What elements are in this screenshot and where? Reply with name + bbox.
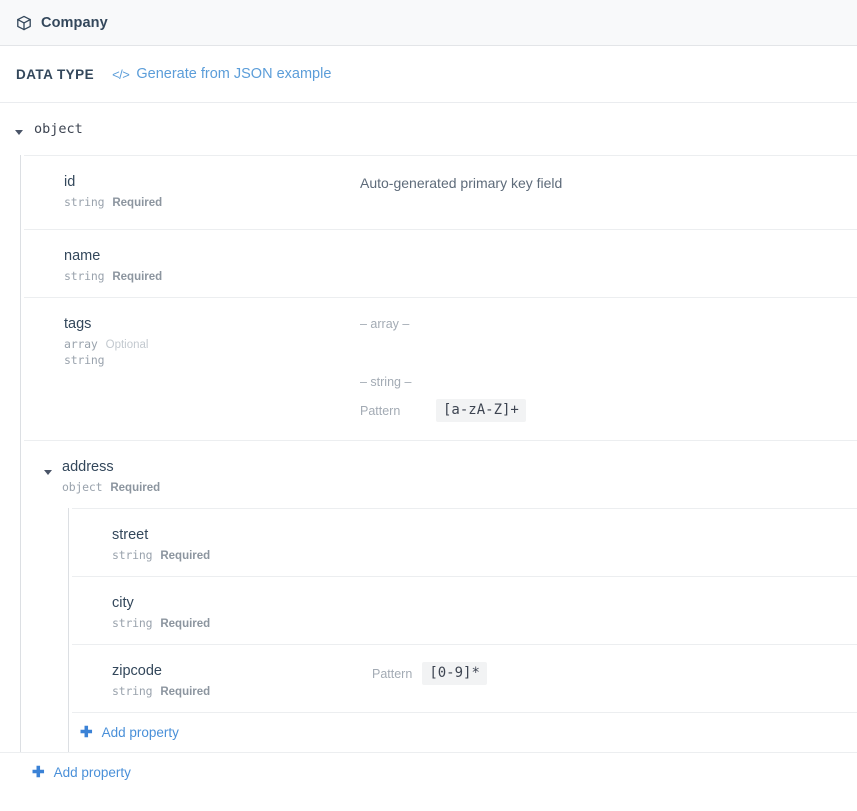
string-separator-label: – string –	[360, 375, 412, 389]
schema-tree: object id string Required Auto-generated…	[0, 103, 857, 792]
add-property-button[interactable]: ✚ Add property	[72, 725, 179, 740]
add-property-row-root[interactable]: ✚ Add property	[0, 752, 857, 792]
property-name: address	[62, 459, 114, 475]
caret-down-icon[interactable]	[14, 124, 24, 135]
property-name: city	[112, 595, 134, 611]
plus-icon: ✚	[80, 724, 93, 741]
datatype-bar: DATA TYPE </> Generate from JSON example	[0, 46, 857, 103]
property-name: tags	[64, 316, 92, 332]
add-property-row-address[interactable]: ✚ Add property	[72, 712, 857, 752]
property-type: string	[64, 195, 105, 209]
property-left-street: street string Required	[72, 509, 372, 562]
property-requirement: Required	[160, 550, 211, 562]
table-row[interactable]: name string Required	[24, 229, 857, 297]
property-type: string	[64, 269, 105, 283]
property-requirement: Required	[160, 618, 211, 630]
tree-root-row[interactable]: object	[0, 103, 857, 155]
add-property-label: Add property	[53, 765, 131, 780]
property-left-id: id string Required	[24, 156, 324, 209]
address-property-group: street string Required city string Requi…	[24, 508, 857, 752]
property-requirement: Required	[160, 686, 211, 698]
caret-down-icon[interactable]	[43, 464, 53, 475]
property-left-zipcode: zipcode string Required	[72, 645, 372, 698]
property-name: zipcode	[112, 663, 162, 679]
data-type-editor: Company DATA TYPE </> Generate from JSON…	[0, 0, 857, 811]
property-type: string	[112, 616, 153, 630]
property-right-id: Auto-generated primary key field	[324, 156, 857, 193]
pattern-row: Pattern [0-9]*	[372, 662, 841, 685]
property-requirement: Required	[112, 197, 163, 209]
datatype-label: DATA TYPE	[16, 66, 95, 82]
property-right-name	[324, 230, 857, 247]
property-name: name	[64, 248, 101, 264]
property-requirement: Required	[110, 482, 161, 494]
plus-icon: ✚	[32, 764, 45, 781]
pattern-label: Pattern	[360, 403, 401, 418]
table-row[interactable]: tags array Optional string – array – – s…	[24, 297, 857, 440]
array-separator-label: – array –	[360, 317, 410, 331]
property-right-street	[372, 509, 857, 526]
add-property-button[interactable]: ✚ Add property	[0, 765, 131, 780]
code-icon: </>	[112, 66, 130, 82]
table-row[interactable]: city string Required	[72, 576, 857, 644]
property-requirement: Required	[112, 271, 163, 283]
root-type-label: object	[34, 121, 83, 137]
property-left-tags: tags array Optional string	[24, 298, 324, 367]
add-property-label: Add property	[101, 725, 179, 740]
titlebar: Company	[0, 0, 857, 46]
property-right-address	[324, 441, 857, 458]
page-title: Company	[41, 14, 108, 31]
root-property-group: id string Required Auto-generated primar…	[0, 155, 857, 752]
generate-from-json-label: Generate from JSON example	[136, 66, 332, 82]
property-left-address: address object Required	[24, 441, 324, 494]
tree-guide-line	[68, 508, 69, 752]
property-type: object	[62, 480, 103, 494]
property-right-zipcode: Pattern [0-9]*	[372, 645, 857, 685]
property-name: street	[112, 527, 149, 543]
pattern-value-chip: [0-9]*	[422, 662, 487, 685]
table-row[interactable]: address object Required street string Re…	[24, 440, 857, 752]
pattern-row: Pattern [a-zA-Z]+	[360, 399, 841, 422]
property-description: Auto-generated primary key field	[360, 175, 563, 191]
table-row[interactable]: id string Required Auto-generated primar…	[24, 155, 857, 229]
property-left-name: name string Required	[24, 230, 324, 283]
generate-from-json-link[interactable]: </> Generate from JSON example	[112, 66, 331, 82]
cube-icon	[16, 15, 32, 31]
property-type: string	[112, 684, 153, 698]
table-row[interactable]: street string Required	[72, 508, 857, 576]
pattern-value-chip: [a-zA-Z]+	[436, 399, 526, 422]
property-subtype: string	[64, 353, 105, 367]
property-left-city: city string Required	[72, 577, 372, 630]
property-type: array	[64, 337, 98, 351]
property-right-city	[372, 577, 857, 594]
property-name: id	[64, 174, 76, 190]
tree-guide-line	[20, 155, 21, 752]
pattern-label: Pattern	[372, 666, 413, 681]
table-row[interactable]: zipcode string Required Pattern [0-9]*	[72, 644, 857, 712]
property-right-tags: – array – – string – Pattern [a-zA-Z]+	[324, 298, 857, 422]
property-requirement: Optional	[105, 339, 149, 351]
property-type: string	[112, 548, 153, 562]
